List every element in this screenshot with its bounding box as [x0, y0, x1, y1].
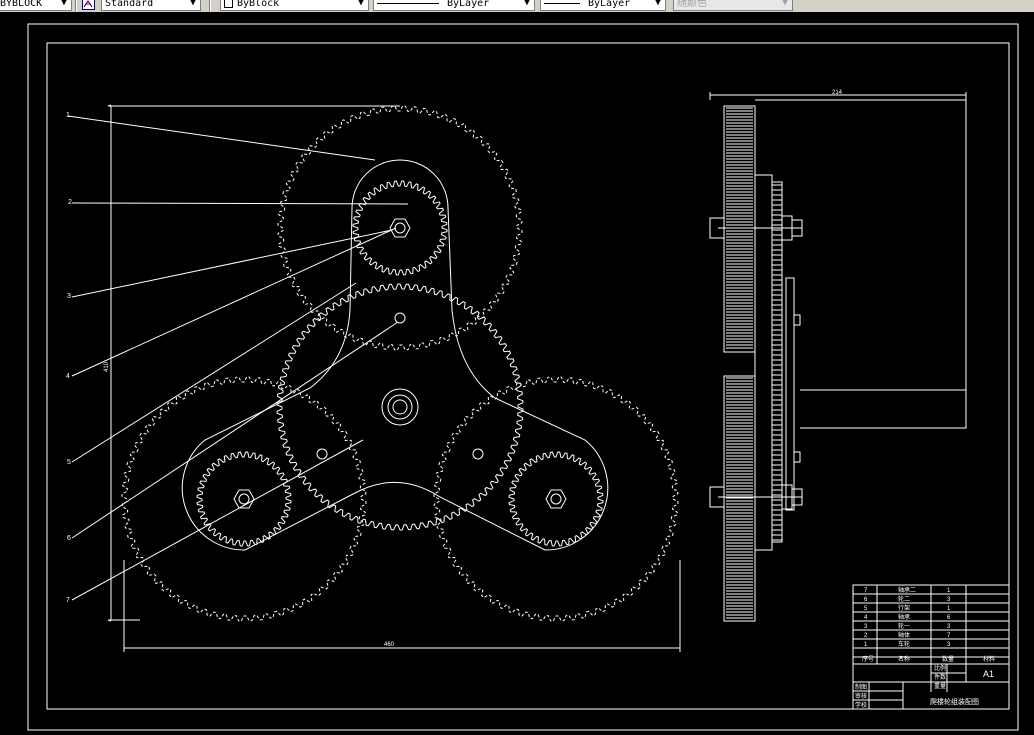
linetype-combo-value: ByLayer [447, 0, 490, 9]
color-combo-value: ByBlock [237, 0, 280, 9]
parts-row-name: 轴体 [898, 631, 910, 639]
text-style-icon[interactable] [82, 0, 95, 10]
chevron-down-icon[interactable]: ▼ [521, 0, 533, 10]
callout-1: 1 [66, 112, 70, 119]
drawing-title: 爬楼轮组装配图 [930, 697, 979, 706]
dim-side-label: 214 [832, 90, 843, 96]
ratio-label: 比例 [934, 664, 946, 672]
callout-7: 7 [66, 597, 70, 604]
weight-label: 重量 [934, 682, 946, 690]
plotstyle-combo[interactable]: 随颜色 ▼ [673, 0, 793, 11]
header-name: 名称 [898, 655, 910, 663]
gear-face-hatching [726, 107, 753, 349]
gear-face-hatching [726, 377, 753, 619]
lineweight-combo[interactable]: ByLayer ▼ [540, 0, 666, 11]
plotstyle-combo-value: 随颜色 [677, 0, 707, 9]
callout-2: 2 [68, 199, 72, 206]
toolbar-separator [75, 0, 77, 12]
school-label: 学校 [855, 701, 867, 709]
chevron-down-icon[interactable]: ▼ [355, 0, 367, 10]
color-swatch-icon [224, 0, 233, 8]
lineweight-combo-value: ByLayer [588, 0, 631, 9]
parts-row-name: 行架 [898, 604, 910, 612]
parts-row-name: 车轮 [898, 640, 910, 648]
chevron-down-icon[interactable]: ▼ [58, 0, 70, 10]
quantity-label: 件数 [934, 673, 946, 681]
linetype-preview-icon [377, 2, 439, 4]
linetype-combo[interactable]: ByLayer ▼ [373, 0, 535, 11]
header-qty: 数量 [942, 655, 954, 663]
dim-width-label: 460 [384, 642, 395, 648]
header-material: 材料 [983, 655, 995, 663]
checked-label: 审核 [855, 692, 867, 700]
text-style-combo[interactable]: Standard ▼ [101, 0, 201, 11]
dim-height-label: 410 [104, 361, 110, 372]
drawing-canvas[interactable]: 1 2 3 4 5 6 7 460 214 410 7 轴承二 16 轮二 35 行架 14… [0, 12, 1034, 735]
callout-5: 5 [67, 459, 71, 466]
layer-combo-value: BYBLOCK [0, 0, 43, 9]
parts-row-name: 轮一 [898, 622, 910, 630]
header-no: 序号 [862, 655, 874, 663]
parts-row-name: 轴承 [898, 613, 910, 621]
sheet-size: A1 [983, 669, 994, 679]
chevron-down-icon[interactable]: ▼ [779, 0, 791, 10]
chevron-down-icon[interactable]: ▼ [652, 0, 664, 10]
text-style-combo-value: Standard [105, 0, 154, 9]
lineweight-preview-icon [544, 2, 580, 4]
designed-label: 制图 [855, 683, 867, 691]
layer-combo[interactable]: BYBLOCK ▼ [0, 0, 72, 11]
callout-4: 4 [66, 373, 70, 380]
toolbar-separator [209, 0, 211, 12]
callout-6: 6 [67, 535, 71, 542]
parts-row-name: 轮二 [898, 595, 910, 603]
callout-3: 3 [67, 293, 71, 300]
model-space-background [0, 12, 1034, 735]
parts-row-name: 轴承二 [898, 586, 916, 594]
chevron-down-icon[interactable]: ▼ [187, 0, 199, 10]
color-combo[interactable]: ByBlock ▼ [220, 0, 369, 11]
